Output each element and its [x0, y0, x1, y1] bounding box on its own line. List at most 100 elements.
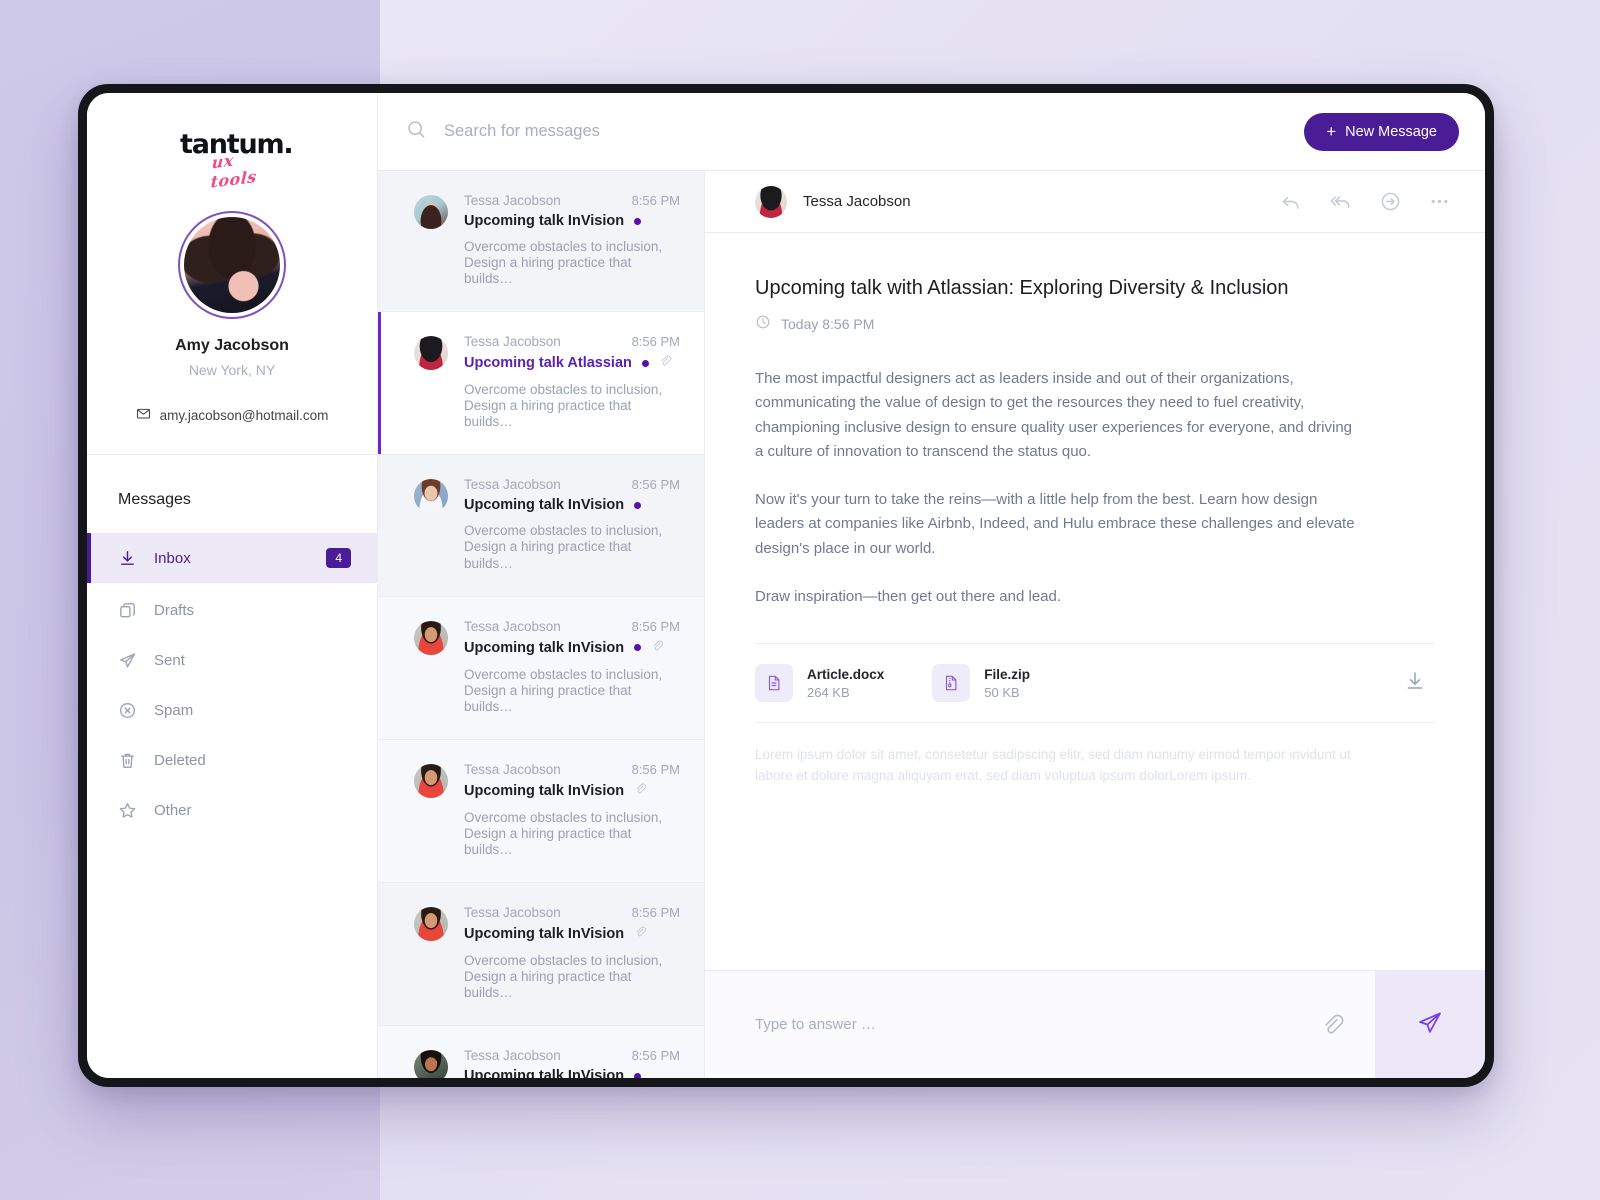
message-meta-row: Tessa Jacobson 8:56 PM [464, 477, 680, 492]
reader-body: Upcoming talk with Atlassian: Exploring … [705, 233, 1485, 970]
message-summary: Tessa Jacobson 8:56 PM Upcoming talk InV… [464, 905, 680, 1001]
reply-input[interactable] [755, 1016, 1289, 1033]
mail-footer-text: Lorem ipsum dolor sit amet, consetetur s… [755, 747, 1351, 784]
sidebar-item-label: Deleted [154, 751, 206, 769]
attachment-paperclip-icon [634, 925, 647, 943]
message-subject: Upcoming talk InVision [464, 925, 625, 942]
sidebar-item-drafts[interactable]: Drafts [87, 585, 377, 635]
reply-all-icon[interactable] [1328, 189, 1353, 214]
message-subject-row: Upcoming talk InVision [464, 639, 680, 657]
message-summary: Tessa Jacobson 8:56 PM Upcoming talk Atl… [464, 334, 680, 430]
document-file-icon [755, 664, 793, 703]
reader-header: Tessa Jacobson [705, 171, 1485, 233]
message-list-item[interactable]: Tessa Jacobson 8:56 PM Upcoming talk InV… [378, 596, 704, 740]
message-subject: Upcoming talk InVision [464, 1068, 625, 1078]
sender-avatar [755, 185, 787, 218]
message-list-item[interactable]: Tessa Jacobson 8:56 PM Upcoming talk InV… [378, 882, 704, 1027]
reader-action-bar [1279, 189, 1451, 214]
send-button[interactable] [1375, 971, 1485, 1078]
sidebar-item-sent[interactable]: Sent [87, 635, 377, 685]
message-time: 8:56 PM [631, 1048, 680, 1064]
message-sender: Tessa Jacobson [464, 477, 561, 493]
mail-date-text: Today 8:56 PM [781, 315, 875, 332]
message-list-item[interactable]: Tessa Jacobson 8:56 PM Upcoming talk InV… [378, 455, 704, 597]
reply-input-area [705, 971, 1289, 1078]
sidebar-item-spam[interactable]: Spam [87, 685, 377, 735]
unread-dot-icon [634, 217, 642, 225]
sidebar-item-other[interactable]: Other [87, 785, 377, 835]
mail-date-row: Today 8:56 PM [755, 314, 1435, 333]
message-time: 8:56 PM [631, 477, 680, 493]
app-screen: tantum. ux tools Amy Jacobson New York, … [87, 93, 1485, 1078]
paperclip-icon[interactable] [1289, 971, 1375, 1078]
inbox-download-icon [118, 549, 140, 568]
reader-sender: Tessa Jacobson [755, 185, 1279, 218]
sidebar-item-inbox[interactable]: Inbox 4 [87, 533, 377, 583]
search-area [406, 119, 1304, 145]
user-location: New York, NY [188, 362, 276, 378]
message-subject-row: Upcoming talk Atlassian [464, 354, 680, 372]
message-summary: Tessa Jacobson 8:56 PM Upcoming talk InV… [464, 619, 680, 715]
message-list-item[interactable]: Tessa Jacobson 8:56 PM Upcoming talk InV… [378, 171, 704, 313]
message-preview: Overcome obstacles to inclusion, Design … [464, 952, 663, 1001]
message-subject-row: Upcoming talk InVision [464, 213, 680, 229]
message-list[interactable]: Tessa Jacobson 8:56 PM Upcoming talk InV… [378, 171, 705, 1078]
sender-avatar [414, 479, 448, 514]
message-time: 8:56 PM [631, 193, 680, 208]
message-subject: Upcoming talk InVision [464, 213, 625, 229]
new-message-label: New Message [1345, 123, 1437, 140]
attachment-size: 264 KB [807, 684, 850, 700]
message-summary: Tessa Jacobson 8:56 PM Upcoming talk InV… [464, 1048, 680, 1078]
unread-dot-icon [634, 644, 642, 652]
message-subject-row: Upcoming talk InVision [464, 782, 680, 800]
sender-name: Tessa Jacobson [803, 193, 911, 210]
forward-icon[interactable] [1379, 190, 1402, 213]
message-subject: Upcoming talk InVision [464, 639, 625, 656]
message-list-item[interactable]: Tessa Jacobson 8:56 PM Upcoming talk InV… [378, 739, 704, 883]
sender-avatar [414, 195, 448, 229]
message-preview: Overcome obstacles to inclusion, Design … [464, 239, 663, 287]
search-input[interactable] [444, 122, 864, 141]
envelope-icon [136, 406, 151, 424]
message-meta-row: Tessa Jacobson 8:56 PM [464, 193, 680, 208]
spam-x-circle-icon [118, 701, 140, 720]
sidebar-item-label: Inbox [154, 549, 191, 567]
profile-block: tantum. ux tools Amy Jacobson New York, … [87, 93, 377, 455]
message-meta-row: Tessa Jacobson 8:56 PM [464, 334, 680, 349]
avatar [184, 217, 280, 313]
sidebar-item-label: Other [154, 801, 192, 819]
sender-avatar [414, 620, 448, 655]
sidebar-item-label: Spam [154, 701, 194, 719]
attachment-item[interactable]: Article.docx 264 KB [755, 664, 884, 703]
attachment-item[interactable]: File.zip 50 KB [932, 664, 1030, 703]
message-time: 8:56 PM [631, 618, 680, 634]
sender-avatar [414, 906, 448, 941]
sidebar-section-title: Messages [118, 491, 191, 508]
message-summary: Tessa Jacobson 8:56 PM Upcoming talk InV… [464, 477, 680, 571]
reply-bar [705, 970, 1485, 1078]
trash-icon [118, 751, 140, 770]
message-meta-row: Tessa Jacobson 8:56 PM [464, 619, 680, 634]
message-summary: Tessa Jacobson 8:56 PM Upcoming talk InV… [464, 762, 680, 858]
message-sender: Tessa Jacobson [464, 761, 561, 777]
plus-icon: + [1326, 122, 1337, 141]
message-preview: Overcome obstacles to inclusion, Design … [464, 809, 663, 857]
send-paper-plane-icon [1416, 1009, 1444, 1040]
message-preview: Overcome obstacles to inclusion, Design … [464, 382, 663, 430]
more-options-icon[interactable] [1428, 190, 1451, 213]
message-preview: Overcome obstacles to inclusion, Design … [464, 666, 663, 714]
new-message-button[interactable]: + New Message [1304, 112, 1459, 151]
mail-paragraph: Now it's your turn to take the reins—wit… [755, 491, 1355, 557]
reply-icon[interactable] [1279, 190, 1302, 213]
message-list-item[interactable]: Tessa Jacobson 8:56 PM Upcoming talk Atl… [378, 312, 704, 456]
user-name: Amy Jacobson [175, 337, 289, 354]
message-list-item[interactable]: Tessa Jacobson 8:56 PM Upcoming talk InV… [378, 1026, 704, 1078]
sidebar-item-deleted[interactable]: Deleted [87, 735, 377, 785]
inbox-unread-badge: 4 [326, 548, 351, 568]
user-email-text: amy.jacobson@hotmail.com [159, 407, 329, 423]
attachment-paperclip-icon [659, 354, 672, 372]
mail-subject: Upcoming talk with Atlassian: Exploring … [755, 277, 1289, 299]
download-icon[interactable] [1403, 669, 1427, 698]
attachment-paperclip-icon [634, 782, 647, 800]
search-icon[interactable] [406, 119, 427, 145]
